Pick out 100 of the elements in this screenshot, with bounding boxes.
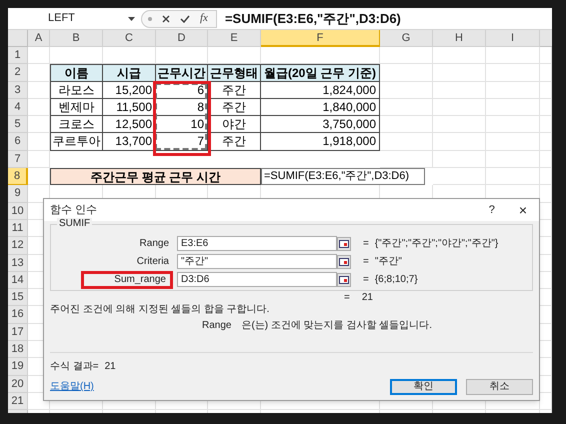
- help-link[interactable]: 도움말(H): [50, 381, 381, 393]
- row-header[interactable]: 9: [8, 185, 28, 203]
- column-header[interactable]: E: [208, 30, 261, 47]
- column-header[interactable]: G: [380, 30, 433, 47]
- table-cell: 크로스: [50, 116, 103, 134]
- row-header[interactable]: 13: [8, 254, 28, 272]
- table-cell: 10: [156, 116, 208, 134]
- argument-field[interactable]: D3:D6: [177, 272, 337, 287]
- worksheet-cell[interactable]: [540, 168, 552, 186]
- row-header[interactable]: 12: [8, 237, 28, 255]
- row-header[interactable]: 14: [8, 272, 28, 290]
- row-header[interactable]: 8: [8, 168, 28, 186]
- worksheet-cell[interactable]: [486, 64, 540, 82]
- worksheet-cell[interactable]: [433, 82, 486, 99]
- row-header[interactable]: 20: [8, 376, 28, 393]
- row-header[interactable]: 5: [8, 116, 28, 134]
- row-header[interactable]: 11: [8, 220, 28, 238]
- column-header[interactable]: H: [433, 30, 486, 47]
- worksheet-cell[interactable]: [540, 98, 552, 116]
- row-header[interactable]: 16: [8, 306, 28, 324]
- table-cell: 주간: [208, 133, 261, 151]
- formula-result: 21: [104, 361, 116, 373]
- row-header[interactable]: 10: [8, 202, 28, 220]
- worksheet-cell[interactable]: [433, 98, 486, 116]
- row-header[interactable]: 17: [8, 324, 28, 342]
- argument-result: {"주간";"주간";"야간";"주간"}: [374, 238, 498, 250]
- column-header[interactable]: F: [261, 30, 380, 47]
- table-cell: 1,824,000: [261, 82, 380, 99]
- worksheet-cell[interactable]: [540, 116, 552, 134]
- argument-help-text: 은(는) 조건에 맞는지를 검사할 셀들입니다.: [241, 320, 432, 332]
- worksheet-cell[interactable]: [486, 116, 540, 134]
- argument-result: {6;8;10;7}: [374, 274, 418, 286]
- worksheet-cell[interactable]: [540, 82, 552, 99]
- help-button[interactable]: ?: [488, 204, 495, 216]
- range-picker-button[interactable]: [337, 254, 351, 268]
- equals-sign: =: [363, 238, 369, 250]
- column-header[interactable]: I: [486, 30, 540, 47]
- worksheet-cell[interactable]: [540, 150, 552, 168]
- row-header[interactable]: 21: [8, 392, 28, 410]
- worksheet-cell[interactable]: [433, 168, 486, 186]
- argument-label: Range: [138, 238, 170, 250]
- row-header[interactable]: 4: [8, 98, 28, 116]
- summary-label: 주간근무 평균 근무 시간: [50, 168, 261, 186]
- row-header[interactable]: 2: [8, 64, 28, 82]
- worksheet-cell[interactable]: [486, 98, 540, 116]
- row-header[interactable]: 1: [8, 47, 28, 64]
- worksheet-cell[interactable]: [486, 133, 540, 151]
- column-header[interactable]: C: [103, 30, 156, 47]
- row-header[interactable]: 3: [8, 82, 28, 99]
- column-header[interactable]: A: [28, 30, 50, 47]
- argument-field[interactable]: "주간": [177, 254, 337, 269]
- worksheet-cell[interactable]: [540, 64, 552, 82]
- table-cell: 라모스: [50, 82, 103, 99]
- equals-sign: =: [363, 274, 369, 286]
- worksheet-cell[interactable]: [540, 133, 552, 151]
- worksheet-cell[interactable]: [486, 168, 540, 186]
- row-header[interactable]: 7: [8, 150, 28, 168]
- dialog-title: 함수 인수: [50, 204, 98, 216]
- argument-label: Sum_range: [81, 270, 173, 288]
- row-header[interactable]: 19: [8, 358, 28, 376]
- enter-icon[interactable]: [180, 14, 190, 22]
- equals-sign: =: [363, 256, 369, 268]
- row-header[interactable]: 18: [8, 341, 28, 358]
- name-box[interactable]: LEFT: [8, 8, 128, 28]
- grip-icon: [148, 16, 152, 20]
- worksheet-cell[interactable]: [433, 150, 486, 168]
- worksheet-cell[interactable]: [486, 82, 540, 99]
- formula-field[interactable]: =SUMIF(E3:E6,"주간",D3:D6): [224, 8, 401, 28]
- table-header-cell: 근무시간: [156, 64, 208, 82]
- row-header[interactable]: 6: [8, 133, 28, 151]
- total-result: 21: [362, 292, 373, 304]
- table-cell: 야간: [208, 116, 261, 134]
- cancel-icon[interactable]: [162, 14, 170, 22]
- worksheet-cell[interactable]: [433, 133, 486, 151]
- worksheet-cell[interactable]: [486, 150, 540, 168]
- table-header-cell: 이름: [50, 64, 103, 82]
- worksheet-cell[interactable]: [433, 116, 486, 134]
- table-cell: 1,840,000: [261, 98, 380, 116]
- worksheet-cell[interactable]: [433, 64, 486, 82]
- table-cell: 3,750,000: [261, 116, 380, 134]
- cell-edit-field[interactable]: =SUMIF(E3:E6,"주간",D3:D6): [261, 168, 425, 186]
- row-header[interactable]: 15: [8, 289, 28, 306]
- insert-function-button[interactable]: fx: [200, 10, 208, 27]
- table-cell: 쿠르투아: [50, 133, 103, 151]
- column-header[interactable]: B: [50, 30, 103, 47]
- dialog-button[interactable]: 확인: [390, 379, 457, 395]
- dropdown-caret-icon[interactable]: [128, 16, 135, 20]
- formula-result-label: 수식 결과=: [50, 361, 99, 373]
- argument-field[interactable]: E3:E6: [177, 236, 337, 251]
- table-cell: 벤제마: [50, 98, 103, 116]
- close-button[interactable]: ×: [518, 204, 527, 216]
- column-header[interactable]: D: [156, 30, 208, 47]
- argument-name: Range: [202, 320, 232, 332]
- select-all-corner[interactable]: [8, 30, 28, 47]
- dialog-button[interactable]: 취소: [466, 379, 533, 395]
- argument-label: Criteria: [136, 256, 170, 268]
- table-header-cell: 시급: [103, 64, 156, 82]
- range-picker-button[interactable]: [337, 236, 351, 250]
- range-picker-button[interactable]: [337, 272, 351, 286]
- equals-sign: =: [344, 292, 350, 304]
